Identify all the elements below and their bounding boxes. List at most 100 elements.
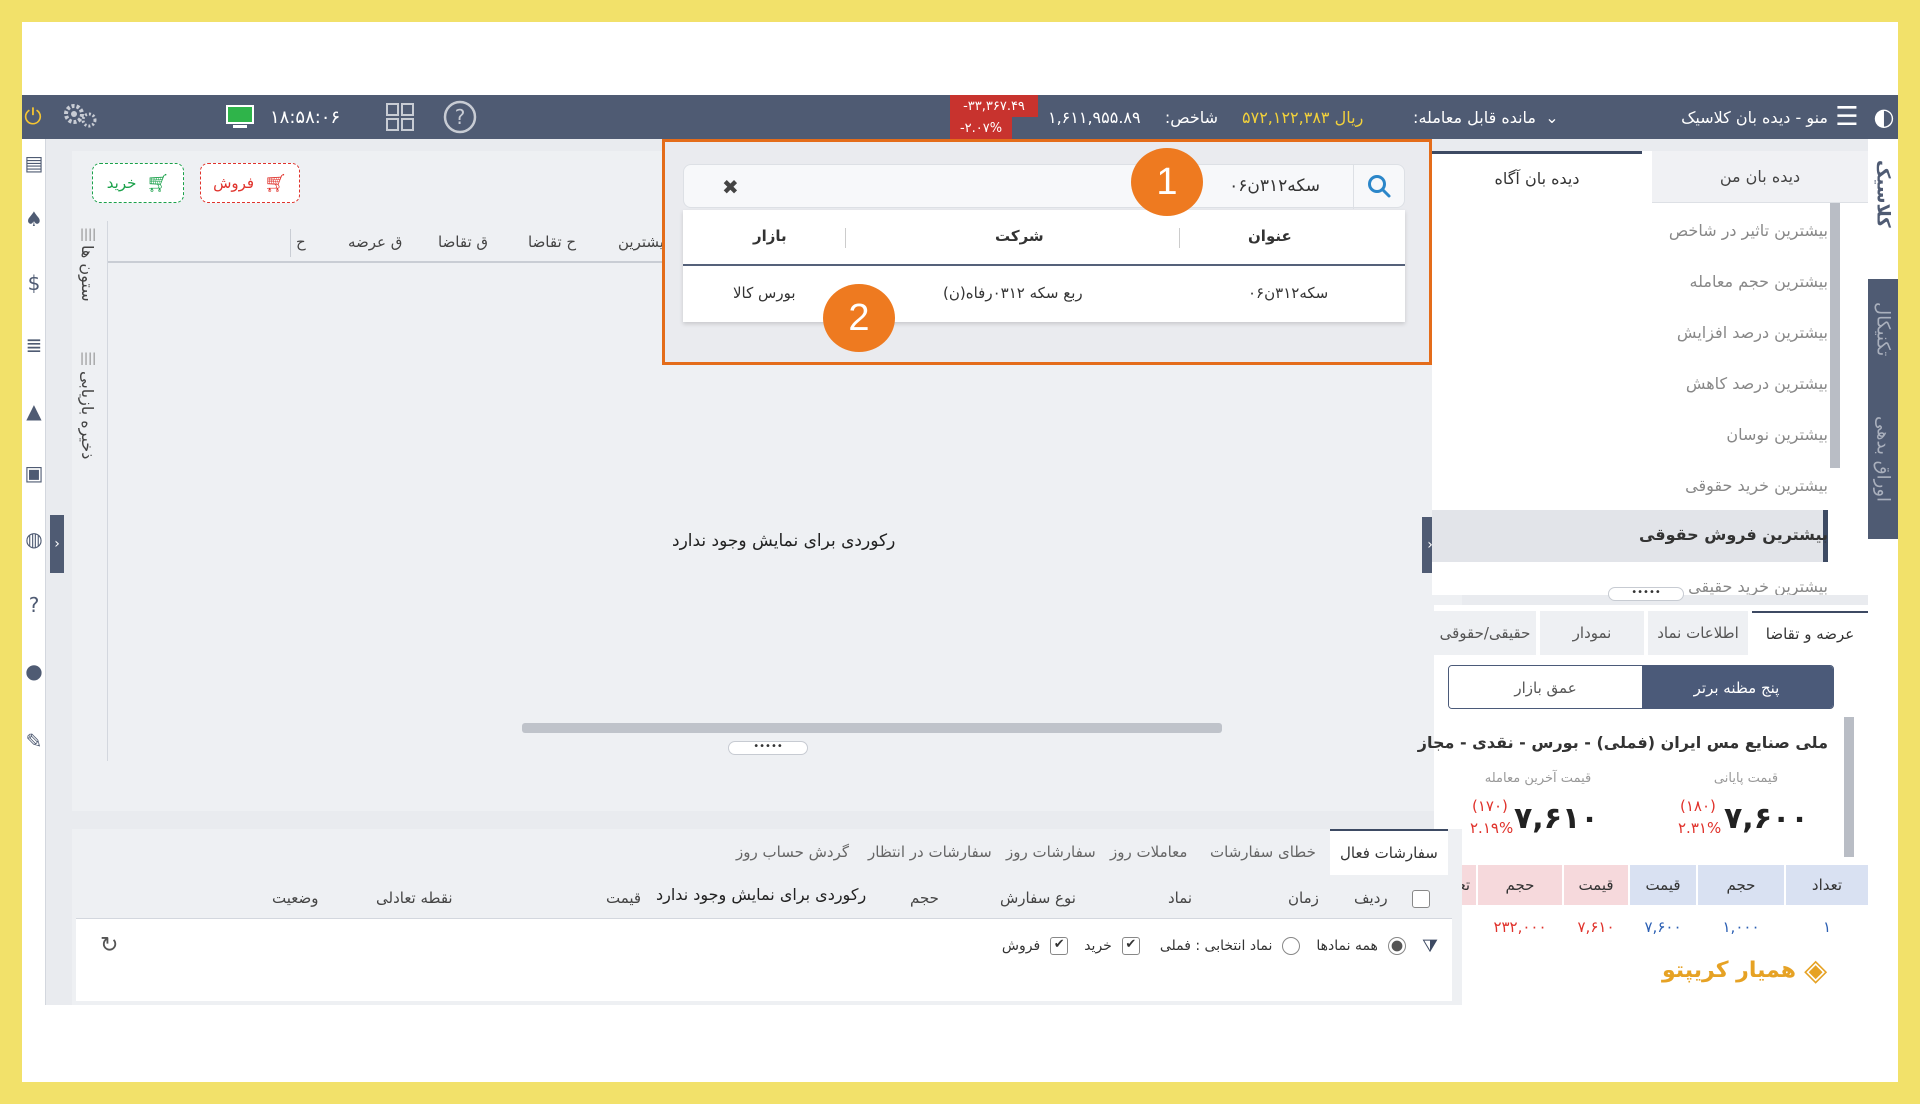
- quote-segment-control: پنج مظنه برتر عمق بازار: [1448, 665, 1834, 709]
- tab-classic[interactable]: کلاسیک: [1868, 139, 1898, 249]
- tab-symbol-info[interactable]: اطلاعات نماد: [1648, 611, 1748, 655]
- watchlist-item[interactable]: بیشترین خرید حقیقی: [1688, 577, 1828, 595]
- search-query[interactable]: سکه۳۱۲ن۰۶: [1229, 176, 1320, 196]
- monitor-icon[interactable]: [222, 95, 258, 139]
- column-header[interactable]: ح تقاضا: [528, 233, 576, 251]
- tab-smart-watchlist[interactable]: دیده بان آگاه: [1432, 151, 1642, 203]
- mountain-icon[interactable]: ▲: [22, 397, 46, 425]
- top-bar: ⏻ ۱۸:۵۸:۰۶ ? -۳۳,۳۶۷.۴۹ -۲.۰۷% ۱,۶۱۱,۹۵۵…: [22, 95, 1898, 139]
- columns-toggle[interactable]: ستون ها: [78, 245, 97, 302]
- bell-icon[interactable]: ♠: [22, 205, 46, 233]
- result-company: ربع سکه ۰۳۱۲رفاه(ن): [943, 284, 1083, 302]
- column-header[interactable]: نماد: [1168, 889, 1192, 907]
- drag-handle-icon[interactable]: ||||: [80, 227, 96, 241]
- column-header[interactable]: وضعیت: [272, 889, 318, 907]
- column-header[interactable]: نوع سفارش: [1000, 889, 1076, 907]
- filter-sell-label: فروش: [1001, 938, 1041, 954]
- tab-pending-orders[interactable]: سفارشات در انتظار: [868, 829, 992, 875]
- watchlist-item[interactable]: بیشترین نوسان: [1726, 425, 1828, 444]
- clear-search-icon[interactable]: ✖: [722, 175, 739, 199]
- select-all-checkbox[interactable]: [1412, 890, 1430, 908]
- horizontal-scrollbar[interactable]: [522, 723, 1222, 733]
- layout-grid-icon[interactable]: [382, 95, 418, 139]
- tab-active-orders[interactable]: سفارشات فعال: [1330, 829, 1448, 875]
- watchlist-item[interactable]: بیشترین درصد کاهش: [1686, 374, 1828, 393]
- filter-sell-checkbox[interactable]: ✔: [1050, 937, 1069, 955]
- column-header[interactable]: ق عرضه: [348, 233, 402, 251]
- list-icon[interactable]: ≣: [22, 331, 46, 359]
- watchlist-items: بیشترین تاثیر در شاخص بیشترین حجم معامله…: [1432, 203, 1868, 595]
- drag-handle-icon[interactable]: ||||: [80, 351, 96, 365]
- watchlist-item-active[interactable]: بیشترین فروش حقوقی: [1639, 525, 1828, 544]
- chevron-down-icon[interactable]: ⌄: [1540, 95, 1564, 139]
- column-divider: [845, 228, 846, 248]
- tab-bonds[interactable]: اوراق بدهی: [1868, 379, 1898, 539]
- settings-icon[interactable]: [60, 95, 100, 139]
- expand-left-button[interactable]: ›: [50, 515, 64, 573]
- segment-depth[interactable]: عمق بازار: [1449, 666, 1642, 708]
- tab-day-orders[interactable]: سفارشات روز: [1006, 829, 1096, 875]
- search-result-row[interactable]: سکه۳۱۲ن۰۶ ربع سکه ۰۳۱۲رفاه(ن) بورس کالا: [683, 268, 1405, 322]
- ask-price[interactable]: ۷,۶۱۰: [1564, 907, 1628, 947]
- column-header[interactable]: ردیف: [1354, 889, 1388, 907]
- code-icon[interactable]: ●: [22, 657, 46, 685]
- money-icon[interactable]: $: [22, 269, 46, 297]
- menu-title[interactable]: منو - دیده بان کلاسیک: [1668, 95, 1828, 139]
- question-icon[interactable]: ?: [22, 591, 46, 619]
- column-header[interactable]: ح: [296, 233, 306, 251]
- column-header[interactable]: زمان: [1288, 889, 1319, 907]
- watchlist-item[interactable]: بیشترین حجم معامله: [1690, 272, 1829, 291]
- filter-buy-checkbox[interactable]: ✔: [1121, 937, 1140, 955]
- search-user-icon[interactable]: ◍: [22, 525, 46, 553]
- search-icon[interactable]: [1366, 173, 1392, 203]
- last-price-label: قیمت آخرین معامله: [1484, 771, 1592, 786]
- column-header[interactable]: نقطه تعادلی: [376, 889, 453, 907]
- tab-order-errors[interactable]: خطای سفارشات: [1210, 829, 1316, 875]
- result-title: سکه۳۱۲ن۰۶: [1248, 284, 1329, 302]
- tab-real-legal[interactable]: حقیقی/حقوقی: [1434, 611, 1536, 655]
- watchlist-item[interactable]: بیشترین تاثیر در شاخص: [1669, 221, 1828, 240]
- closing-price: ۷,۶۰۰: [1724, 801, 1809, 836]
- closing-change-pct: ۲.۳۱%: [1678, 819, 1722, 837]
- bid-price[interactable]: ۷,۶۰۰: [1630, 907, 1696, 947]
- right-vertical-tabs: کلاسیک تکنیکال اوراق بدهی: [1868, 139, 1898, 1005]
- chart-icon[interactable]: ▤: [22, 149, 46, 177]
- column-header[interactable]: قیمت: [606, 889, 641, 907]
- tab-account-turnover[interactable]: گردش حساب روز: [736, 829, 849, 875]
- edit-icon[interactable]: ✎: [22, 727, 46, 755]
- filter-icon[interactable]: ⧩: [1422, 936, 1438, 957]
- left-toolbar: ▤ ♠ $ ≣ ▲ ▣ ◍ ? ● ✎: [22, 139, 46, 1005]
- resize-handle-icon[interactable]: •••••: [728, 741, 808, 755]
- sell-button[interactable]: فروش 🛒︎: [200, 163, 300, 203]
- tab-my-watchlist[interactable]: دیده بان من: [1652, 151, 1868, 203]
- filter-all-radio[interactable]: [1387, 937, 1406, 955]
- quote-scrollbar[interactable]: [1844, 717, 1854, 857]
- symbol-search-field[interactable]: ✖ سکه۳۱۲ن۰۶: [683, 164, 1405, 209]
- watchlist-item[interactable]: بیشترین درصد افزایش: [1677, 323, 1828, 342]
- hamburger-menu-icon[interactable]: ☰: [1830, 95, 1864, 139]
- tab-bid-ask[interactable]: عرضه و تقاضا: [1752, 611, 1868, 655]
- result-market: بورس کالا: [733, 284, 796, 302]
- buy-button[interactable]: خرید 🛒︎: [92, 163, 184, 203]
- segment-top5[interactable]: پنج مظنه برتر: [1640, 666, 1833, 708]
- bid-count-header: تعداد: [1786, 865, 1868, 905]
- closing-change: (۱۸۰): [1680, 797, 1716, 815]
- cart-icon: 🛒︎: [146, 172, 170, 194]
- filter-selected-radio[interactable]: [1282, 937, 1301, 955]
- screen-icon[interactable]: ▣: [22, 459, 46, 487]
- ask-volume-header: حجم: [1478, 865, 1562, 905]
- refresh-icon[interactable]: ↻: [100, 933, 118, 958]
- help-icon[interactable]: ?: [440, 95, 480, 139]
- save-restore-toggle[interactable]: ذخیره بازیابی: [78, 371, 97, 459]
- tab-chart[interactable]: نمودار: [1540, 611, 1644, 655]
- column-header[interactable]: ق تقاضا: [438, 233, 488, 251]
- resize-handle-icon[interactable]: •••••: [1608, 587, 1684, 601]
- watchlist-item[interactable]: بیشترین خرید حقوقی: [1685, 476, 1828, 495]
- tab-day-trades[interactable]: معاملات روز: [1110, 829, 1187, 875]
- watchlist-scrollbar[interactable]: [1830, 203, 1840, 468]
- column-header[interactable]: بیشترین: [618, 233, 668, 251]
- filter-selected-label: نماد انتخابی : فملی: [1159, 938, 1273, 954]
- column-header[interactable]: حجم: [910, 889, 939, 907]
- tab-technical[interactable]: تکنیکال: [1868, 279, 1898, 379]
- power-icon[interactable]: ⏻: [22, 95, 44, 139]
